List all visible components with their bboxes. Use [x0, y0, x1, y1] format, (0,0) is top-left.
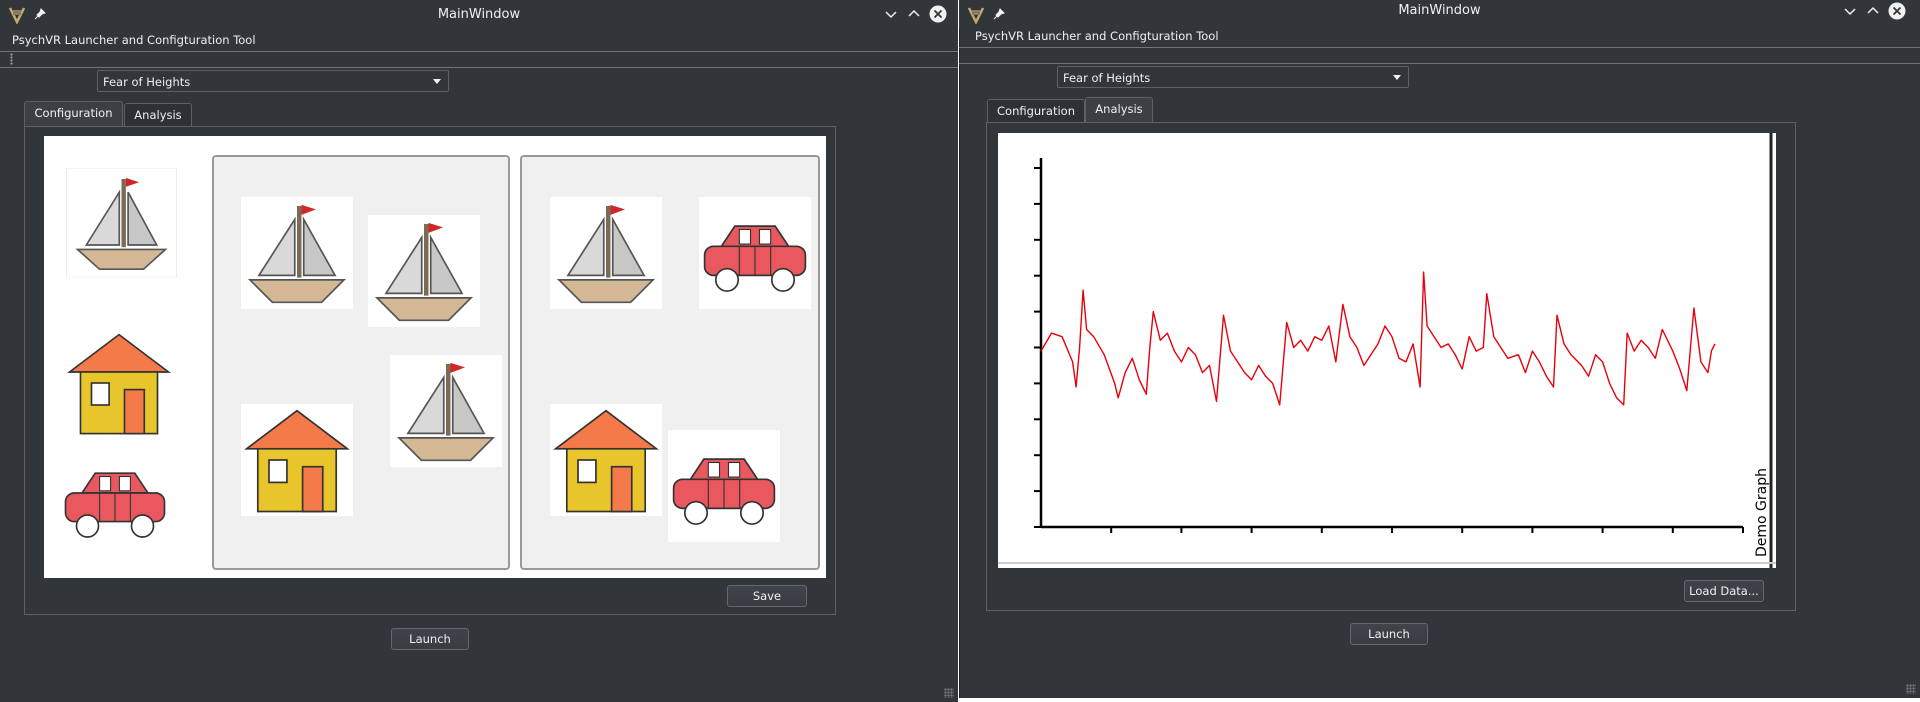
house-icon[interactable] — [64, 328, 174, 438]
maximize-button[interactable] — [1864, 2, 1882, 20]
scene-canvas — [44, 136, 826, 578]
main-window-analysis: MainWindow PsychVR Launcher and Configtu… — [959, 0, 1920, 698]
placement-zone-right[interactable] — [520, 155, 820, 570]
sailboat-icon[interactable] — [550, 197, 662, 309]
object-palette — [44, 136, 201, 578]
title-bar[interactable]: MainWindow — [0, 0, 958, 29]
dropdown-value: Fear of Heights — [1063, 71, 1151, 85]
menu-title: PsychVR Launcher and Configturation Tool — [975, 29, 1219, 43]
window-title: MainWindow — [1398, 3, 1481, 18]
dropdown-arrow-icon — [433, 79, 441, 84]
main-window-configuration: MainWindow PsychVR Launcher and Configtu… — [0, 0, 958, 702]
divider — [0, 51, 958, 52]
sailboat-icon[interactable] — [241, 197, 353, 309]
minimize-button[interactable] — [882, 5, 900, 23]
save-button[interactable]: Save — [727, 585, 807, 607]
tab-configuration[interactable]: Configuration — [24, 101, 123, 127]
sailboat-icon[interactable] — [368, 215, 480, 327]
chevron-down-icon — [1844, 8, 1856, 16]
dropdown-value: Fear of Heights — [103, 75, 191, 89]
minimize-button[interactable] — [1841, 2, 1859, 20]
close-button[interactable] — [1888, 2, 1906, 20]
chart-canvas: Demo Graph — [998, 133, 1776, 568]
resize-grip[interactable] — [944, 688, 954, 698]
divider — [959, 63, 1920, 64]
resize-grip[interactable] — [1906, 684, 1916, 694]
tab-analysis[interactable]: Analysis — [124, 103, 192, 127]
menu-title: PsychVR Launcher and Configturation Tool — [12, 33, 256, 47]
car-icon[interactable] — [699, 197, 811, 309]
car-icon[interactable] — [668, 430, 780, 542]
load-data-button[interactable]: Load Data... — [1684, 580, 1764, 602]
analysis-panel: Demo Graph Load Data... — [986, 122, 1796, 611]
close-button[interactable] — [929, 5, 947, 23]
scenario-dropdown[interactable]: Fear of Heights — [1057, 66, 1409, 88]
placement-zone-left[interactable] — [212, 155, 510, 570]
window-title: MainWindow — [437, 7, 521, 22]
launch-button[interactable]: Launch — [1350, 623, 1428, 645]
demo-graph: Demo Graph — [998, 133, 1776, 568]
close-icon — [929, 5, 947, 23]
divider — [959, 47, 1920, 48]
chevron-up-icon — [1867, 6, 1879, 14]
configuration-panel: Save — [24, 126, 836, 615]
house-icon[interactable] — [241, 404, 353, 516]
chevron-up-icon — [908, 9, 920, 17]
sailboat-icon[interactable] — [64, 168, 179, 278]
window-edge — [959, 0, 960, 698]
tab-configuration[interactable]: Configuration — [987, 99, 1085, 123]
toolbar-grip[interactable] — [10, 53, 13, 65]
house-icon[interactable] — [550, 404, 662, 516]
chart-caption: Demo Graph — [1754, 468, 1770, 557]
maximize-button[interactable] — [905, 5, 923, 23]
scenario-dropdown[interactable]: Fear of Heights — [97, 70, 449, 92]
chart-background — [998, 133, 1776, 568]
sailboat-icon[interactable] — [390, 355, 502, 467]
launch-button[interactable]: Launch — [391, 628, 469, 650]
chevron-down-icon — [885, 11, 897, 19]
tab-analysis[interactable]: Analysis — [1085, 97, 1153, 123]
dropdown-arrow-icon — [1393, 75, 1401, 80]
divider — [0, 67, 958, 68]
car-icon[interactable] — [60, 459, 170, 549]
title-bar[interactable]: MainWindow — [959, 0, 1920, 29]
close-icon — [1888, 2, 1906, 20]
